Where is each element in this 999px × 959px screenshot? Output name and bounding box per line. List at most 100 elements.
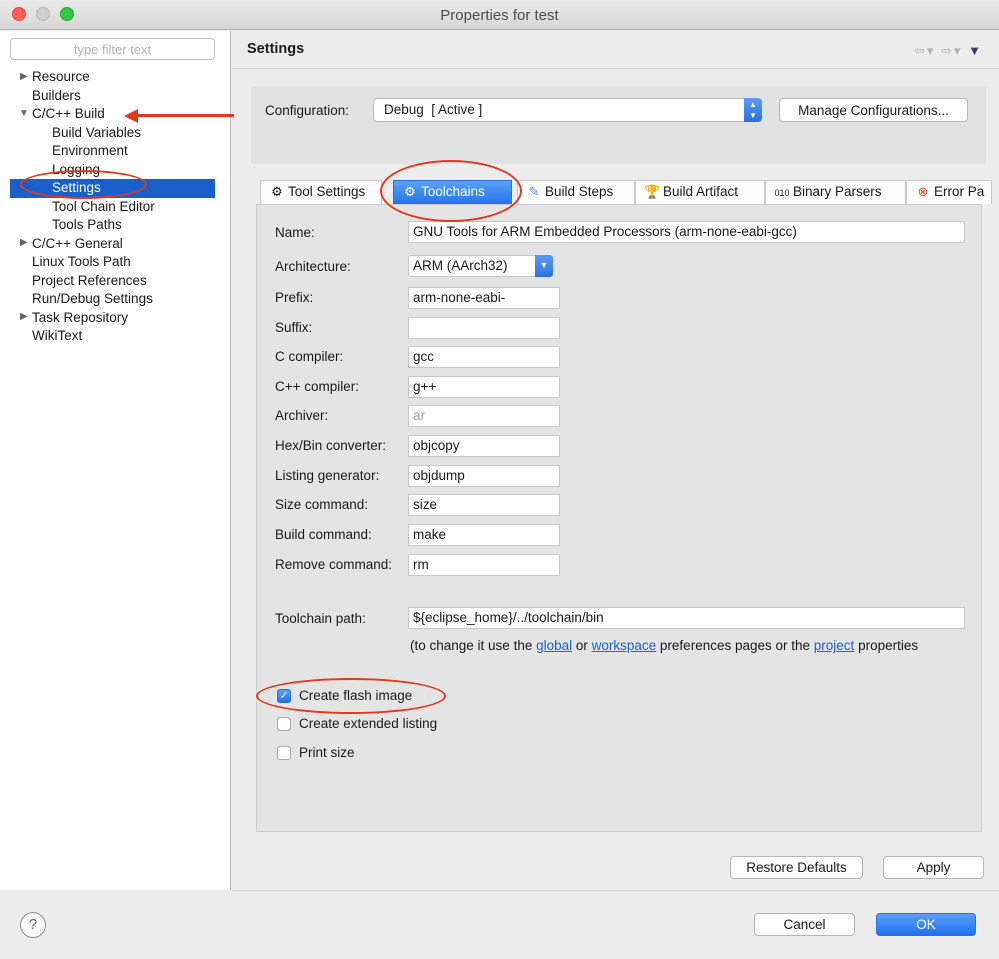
toolchains-panel: Name: GNU Tools for ARM Embedded Process… (256, 204, 982, 832)
settings-tabs: ⚙ Tool Settings ⚙ Toolchains ✎ Build Steps … (260, 180, 992, 204)
tab-label: Build Steps (545, 184, 614, 199)
window-title: Properties for test (440, 7, 559, 24)
toolchain-path-label: Toolchain path: (275, 611, 366, 626)
remove-command-label: Remove command: (275, 557, 393, 572)
build-command-label: Build command: (275, 527, 372, 542)
tree-item-tool-chain-editor[interactable]: Tool Chain Editor (52, 198, 155, 217)
architecture-value: ARM (AArch32) (413, 258, 508, 273)
nav-toolbar: ⇦▾ ⇨▾ ▼ (914, 43, 983, 59)
select-stepper-icon: ▲ ▼ (744, 98, 762, 122)
configuration-label: Configuration: (265, 103, 350, 118)
expand-triangle-icon[interactable]: ▶ (20, 311, 28, 322)
tab-tool-settings[interactable]: ⚙ Tool Settings (260, 180, 382, 204)
archiver-label: Archiver: (275, 408, 329, 423)
tab-binary-parsers[interactable]: 010 Binary Parsers (765, 180, 906, 204)
tree-item-cpp-build[interactable]: C/C++ Build (32, 105, 105, 124)
project-properties-link[interactable]: project (814, 638, 855, 653)
tab-label: Error Pa (934, 184, 985, 199)
tab-label: Build Artifact (663, 184, 739, 199)
hint-text: or (572, 638, 592, 653)
tab-label: Tool Settings (288, 184, 366, 199)
configuration-area: Configuration: Debug [ Active ] ▲ ▼ Manag… (251, 86, 986, 164)
collapse-triangle-icon[interactable]: ▼ (19, 108, 29, 119)
cpp-compiler-field[interactable]: g++ (408, 376, 560, 398)
tree-item-build-variables[interactable]: Build Variables (52, 124, 141, 143)
settings-header: Settings ⇦▾ ⇨▾ ▼ (232, 31, 999, 69)
manage-configurations-button[interactable]: Manage Configurations... (779, 98, 968, 122)
chevron-down-icon: ▼ (535, 255, 553, 277)
checkmark-icon: ✓ (277, 689, 291, 703)
build-artifact-icon: 🏆 (644, 184, 661, 199)
tree-item-linux-tools-path[interactable]: Linux Tools Path (32, 253, 131, 272)
checkbox-label: Create extended listing (299, 716, 438, 731)
annotation-arrow-head-icon (124, 108, 138, 123)
page-title: Settings (247, 41, 305, 57)
tree-item-tools-paths[interactable]: Tools Paths (52, 216, 122, 235)
filter-input[interactable] (10, 38, 215, 60)
tab-label: Binary Parsers (793, 184, 882, 199)
build-steps-icon: ✎ (528, 184, 540, 199)
tree-item-project-references[interactable]: Project References (32, 272, 147, 291)
toolchain-name-field[interactable]: GNU Tools for ARM Embedded Processors (a… (408, 221, 965, 243)
listing-generator-field[interactable]: objdump (408, 465, 560, 487)
error-parsers-icon: ⊗ (917, 184, 929, 199)
hint-text: preferences pages or the (656, 638, 814, 653)
help-icon[interactable]: ? (20, 912, 46, 938)
hex-bin-converter-field[interactable]: objcopy (408, 435, 560, 457)
checkbox-label: Print size (299, 745, 355, 760)
hint-text: properties (854, 638, 919, 653)
apply-button[interactable]: Apply (883, 856, 984, 879)
property-pages-panel: ▶ Resource Builders ▼ C/C++ Build Build … (0, 31, 231, 890)
expand-triangle-icon[interactable]: ▶ (20, 237, 28, 248)
prefix-label: Prefix: (275, 290, 314, 305)
hex-bin-converter-label: Hex/Bin converter: (275, 438, 387, 453)
ok-button[interactable]: OK (876, 913, 976, 936)
tree-item-wikitext[interactable]: WikiText (32, 327, 82, 346)
configuration-value: Debug [ Active ] (384, 102, 483, 117)
tree-item-builders[interactable]: Builders (32, 87, 81, 106)
archiver-field: ar (408, 405, 560, 427)
suffix-field[interactable] (408, 317, 560, 339)
divider (232, 890, 999, 891)
title-bar: Properties for test (0, 0, 999, 30)
tab-build-steps[interactable]: ✎ Build Steps (517, 180, 635, 204)
back-arrow-icon[interactable]: ⇦▾ (914, 43, 935, 58)
size-command-field[interactable]: size (408, 494, 560, 516)
listing-generator-label: Listing generator: (275, 468, 380, 483)
tab-toolchains[interactable]: ⚙ Toolchains (393, 180, 512, 204)
suffix-label: Suffix: (275, 320, 313, 335)
workspace-preferences-link[interactable]: workspace (592, 638, 657, 653)
expand-triangle-icon[interactable]: ▶ (20, 71, 28, 82)
name-label: Name: (275, 225, 315, 240)
tree-item-settings[interactable]: Settings (10, 179, 215, 198)
remove-command-field[interactable]: rm (408, 554, 560, 576)
view-menu-icon[interactable]: ▼ (968, 43, 983, 58)
c-compiler-field[interactable]: gcc (408, 346, 560, 368)
configuration-select[interactable]: Debug [ Active ] ▲ ▼ (373, 98, 762, 122)
tab-label: Toolchains (421, 184, 485, 199)
tab-error-parsers[interactable]: ⊗ Error Pa (906, 180, 992, 204)
tree-item-cpp-general[interactable]: C/C++ General (32, 235, 123, 254)
prefix-field[interactable]: arm-none-eabi- (408, 287, 560, 309)
checkbox-label: Create flash image (299, 688, 413, 703)
build-command-field[interactable]: make (408, 524, 560, 546)
restore-defaults-button[interactable]: Restore Defaults (730, 856, 863, 879)
toolchain-path-field[interactable]: ${eclipse_home}/../toolchain/bin (408, 607, 965, 629)
cancel-button[interactable]: Cancel (754, 913, 855, 936)
toolchains-icon: ⚙ (404, 184, 416, 199)
tree-item-resource[interactable]: Resource (32, 68, 90, 87)
checkbox-box (277, 717, 291, 731)
checkbox-box (277, 746, 291, 760)
global-preferences-link[interactable]: global (536, 638, 572, 653)
tree-item-environment[interactable]: Environment (52, 142, 128, 161)
tree-item-task-repository[interactable]: Task Repository (32, 309, 128, 328)
architecture-label: Architecture: (275, 259, 351, 274)
binary-parsers-icon: 010 (774, 188, 790, 198)
cpp-compiler-label: C++ compiler: (275, 379, 360, 394)
size-command-label: Size command: (275, 497, 369, 512)
forward-arrow-icon[interactable]: ⇨▾ (941, 43, 962, 58)
tab-build-artifact[interactable]: 🏆 Build Artifact (635, 180, 765, 204)
tree-item-run-debug-settings[interactable]: Run/Debug Settings (32, 290, 153, 309)
tree-item-logging[interactable]: Logging (52, 161, 100, 180)
architecture-select[interactable]: ARM (AArch32) ▼ (408, 255, 553, 277)
